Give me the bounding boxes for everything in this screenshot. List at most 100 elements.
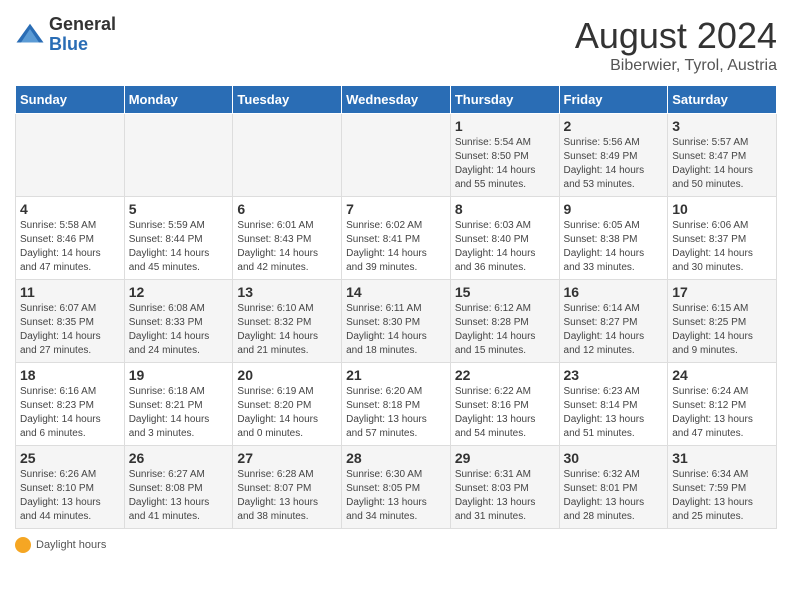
calendar-day-cell: 11Sunrise: 6:07 AM Sunset: 8:35 PM Dayli… <box>16 280 125 363</box>
day-info: Sunrise: 6:30 AM Sunset: 8:05 PM Dayligh… <box>346 468 446 524</box>
day-number: 15 <box>455 284 555 300</box>
day-of-week-header: Wednesday <box>342 86 451 114</box>
calendar-day-cell: 16 Sunrise: 6:14 AM Sunset: 8:27 PM Dayli… <box>559 280 668 363</box>
calendar-day-cell: 1 Sunrise: 5:54 AM Sunset: 8:50 PM Daylig… <box>450 114 559 197</box>
day-of-week-header: Sunday <box>16 86 125 114</box>
calendar-day-cell: 9 Sunrise: 6:05 AM Sunset: 8:38 PM Daylig… <box>559 197 668 280</box>
calendar-week-row: 4Sunrise: 5:58 AM Sunset: 8:46 PM Daylig… <box>16 197 777 280</box>
day-info: Sunrise: 6:14 AM Sunset: 8:27 PM Dayligh… <box>564 302 664 358</box>
day-number: 22 <box>455 367 555 383</box>
day-info: Sunrise: 6:27 AM Sunset: 8:08 PM Dayligh… <box>129 468 229 524</box>
day-info: Sunrise: 6:20 AM Sunset: 8:18 PM Dayligh… <box>346 385 446 441</box>
calendar-day-cell: 10 Sunrise: 6:06 AM Sunset: 8:37 PM Dayli… <box>668 197 777 280</box>
day-number: 6 <box>237 201 337 217</box>
day-info: Sunrise: 6:08 AM Sunset: 8:33 PM Dayligh… <box>129 302 229 358</box>
day-info: Sunrise: 6:03 AM Sunset: 8:40 PM Dayligh… <box>455 219 555 275</box>
day-info: Sunrise: 6:01 AM Sunset: 8:43 PM Dayligh… <box>237 219 337 275</box>
day-number: 19 <box>129 367 229 383</box>
calendar-day-cell: 13Sunrise: 6:10 AM Sunset: 8:32 PM Dayli… <box>233 280 342 363</box>
calendar-day-cell: 19 Sunrise: 6:18 AM Sunset: 8:21 PM Dayli… <box>124 363 233 446</box>
day-info: Sunrise: 6:12 AM Sunset: 8:28 PM Dayligh… <box>455 302 555 358</box>
calendar-day-cell: 4Sunrise: 5:58 AM Sunset: 8:46 PM Daylig… <box>16 197 125 280</box>
day-number: 2 <box>564 118 664 134</box>
calendar-week-row: 18Sunrise: 6:16 AM Sunset: 8:23 PM Dayli… <box>16 363 777 446</box>
calendar-day-cell: 6 Sunrise: 6:01 AM Sunset: 8:43 PM Daylig… <box>233 197 342 280</box>
day-info: Sunrise: 5:57 AM Sunset: 8:47 PM Dayligh… <box>672 136 772 192</box>
day-info: Sunrise: 5:54 AM Sunset: 8:50 PM Dayligh… <box>455 136 555 192</box>
day-info: Sunrise: 6:23 AM Sunset: 8:14 PM Dayligh… <box>564 385 664 441</box>
day-number: 11 <box>20 284 120 300</box>
day-info: Sunrise: 6:31 AM Sunset: 8:03 PM Dayligh… <box>455 468 555 524</box>
calendar-day-cell: 7 Sunrise: 6:02 AM Sunset: 8:41 PM Daylig… <box>342 197 451 280</box>
day-number: 29 <box>455 450 555 466</box>
logo-icon <box>15 20 45 50</box>
calendar-day-cell: 29 Sunrise: 6:31 AM Sunset: 8:03 PM Dayli… <box>450 446 559 529</box>
calendar-day-cell: 23 Sunrise: 6:23 AM Sunset: 8:14 PM Dayli… <box>559 363 668 446</box>
day-of-week-header: Friday <box>559 86 668 114</box>
day-number: 8 <box>455 201 555 217</box>
day-info: Sunrise: 6:02 AM Sunset: 8:41 PM Dayligh… <box>346 219 446 275</box>
day-info: Sunrise: 6:18 AM Sunset: 8:21 PM Dayligh… <box>129 385 229 441</box>
day-info: Sunrise: 6:22 AM Sunset: 8:16 PM Dayligh… <box>455 385 555 441</box>
page-header: General Blue August 2024 Biberwier, Tyro… <box>15 15 777 75</box>
calendar-week-row: 1 Sunrise: 5:54 AM Sunset: 8:50 PM Daylig… <box>16 114 777 197</box>
calendar-day-cell: 2 Sunrise: 5:56 AM Sunset: 8:49 PM Daylig… <box>559 114 668 197</box>
day-number: 5 <box>129 201 229 217</box>
day-info: Sunrise: 6:19 AM Sunset: 8:20 PM Dayligh… <box>237 385 337 441</box>
calendar-day-cell: 31 Sunrise: 6:34 AM Sunset: 7:59 PM Dayli… <box>668 446 777 529</box>
calendar-day-cell: 25Sunrise: 6:26 AM Sunset: 8:10 PM Dayli… <box>16 446 125 529</box>
day-number: 1 <box>455 118 555 134</box>
sun-icon <box>15 537 31 553</box>
day-number: 27 <box>237 450 337 466</box>
day-number: 30 <box>564 450 664 466</box>
daylight-label: Daylight hours <box>36 539 106 551</box>
calendar-day-cell: 8 Sunrise: 6:03 AM Sunset: 8:40 PM Daylig… <box>450 197 559 280</box>
day-number: 24 <box>672 367 772 383</box>
calendar-day-cell: 18Sunrise: 6:16 AM Sunset: 8:23 PM Dayli… <box>16 363 125 446</box>
day-info: Sunrise: 6:05 AM Sunset: 8:38 PM Dayligh… <box>564 219 664 275</box>
calendar-day-cell: 28Sunrise: 6:30 AM Sunset: 8:05 PM Dayli… <box>342 446 451 529</box>
day-number: 12 <box>129 284 229 300</box>
logo-text: General Blue <box>49 15 116 55</box>
day-number: 23 <box>564 367 664 383</box>
calendar-day-cell <box>16 114 125 197</box>
calendar-day-cell: 17Sunrise: 6:15 AM Sunset: 8:25 PM Dayli… <box>668 280 777 363</box>
day-number: 21 <box>346 367 446 383</box>
day-number: 18 <box>20 367 120 383</box>
day-number: 26 <box>129 450 229 466</box>
calendar-day-cell <box>124 114 233 197</box>
day-number: 10 <box>672 201 772 217</box>
day-info: Sunrise: 6:11 AM Sunset: 8:30 PM Dayligh… <box>346 302 446 358</box>
calendar-day-cell: 21 Sunrise: 6:20 AM Sunset: 8:18 PM Dayli… <box>342 363 451 446</box>
day-of-week-header: Tuesday <box>233 86 342 114</box>
calendar-day-cell: 3Sunrise: 5:57 AM Sunset: 8:47 PM Daylig… <box>668 114 777 197</box>
calendar-table: SundayMondayTuesdayWednesdayThursdayFrid… <box>15 85 777 529</box>
calendar-day-cell: 22 Sunrise: 6:22 AM Sunset: 8:16 PM Dayli… <box>450 363 559 446</box>
day-of-week-header: Monday <box>124 86 233 114</box>
calendar-day-cell: 27 Sunrise: 6:28 AM Sunset: 8:07 PM Dayli… <box>233 446 342 529</box>
day-info: Sunrise: 5:56 AM Sunset: 8:49 PM Dayligh… <box>564 136 664 192</box>
title-block: August 2024 Biberwier, Tyrol, Austria <box>575 15 777 75</box>
calendar-day-cell: 30Sunrise: 6:32 AM Sunset: 8:01 PM Dayli… <box>559 446 668 529</box>
calendar-week-row: 25Sunrise: 6:26 AM Sunset: 8:10 PM Dayli… <box>16 446 777 529</box>
calendar-week-row: 11Sunrise: 6:07 AM Sunset: 8:35 PM Dayli… <box>16 280 777 363</box>
month-title: August 2024 <box>575 15 777 57</box>
calendar-day-cell: 5Sunrise: 5:59 AM Sunset: 8:44 PM Daylig… <box>124 197 233 280</box>
day-of-week-header: Saturday <box>668 86 777 114</box>
day-info: Sunrise: 6:15 AM Sunset: 8:25 PM Dayligh… <box>672 302 772 358</box>
day-number: 7 <box>346 201 446 217</box>
day-of-week-header: Thursday <box>450 86 559 114</box>
location-text: Biberwier, Tyrol, Austria <box>575 57 777 75</box>
day-number: 9 <box>564 201 664 217</box>
day-info: Sunrise: 6:34 AM Sunset: 7:59 PM Dayligh… <box>672 468 772 524</box>
day-number: 4 <box>20 201 120 217</box>
day-info: Sunrise: 6:06 AM Sunset: 8:37 PM Dayligh… <box>672 219 772 275</box>
day-number: 13 <box>237 284 337 300</box>
day-number: 31 <box>672 450 772 466</box>
day-info: Sunrise: 6:28 AM Sunset: 8:07 PM Dayligh… <box>237 468 337 524</box>
day-number: 16 <box>564 284 664 300</box>
logo-general-text: General <box>49 15 116 35</box>
calendar-day-cell: 12 Sunrise: 6:08 AM Sunset: 8:33 PM Dayli… <box>124 280 233 363</box>
calendar-footer: Daylight hours <box>15 537 777 553</box>
day-number: 14 <box>346 284 446 300</box>
